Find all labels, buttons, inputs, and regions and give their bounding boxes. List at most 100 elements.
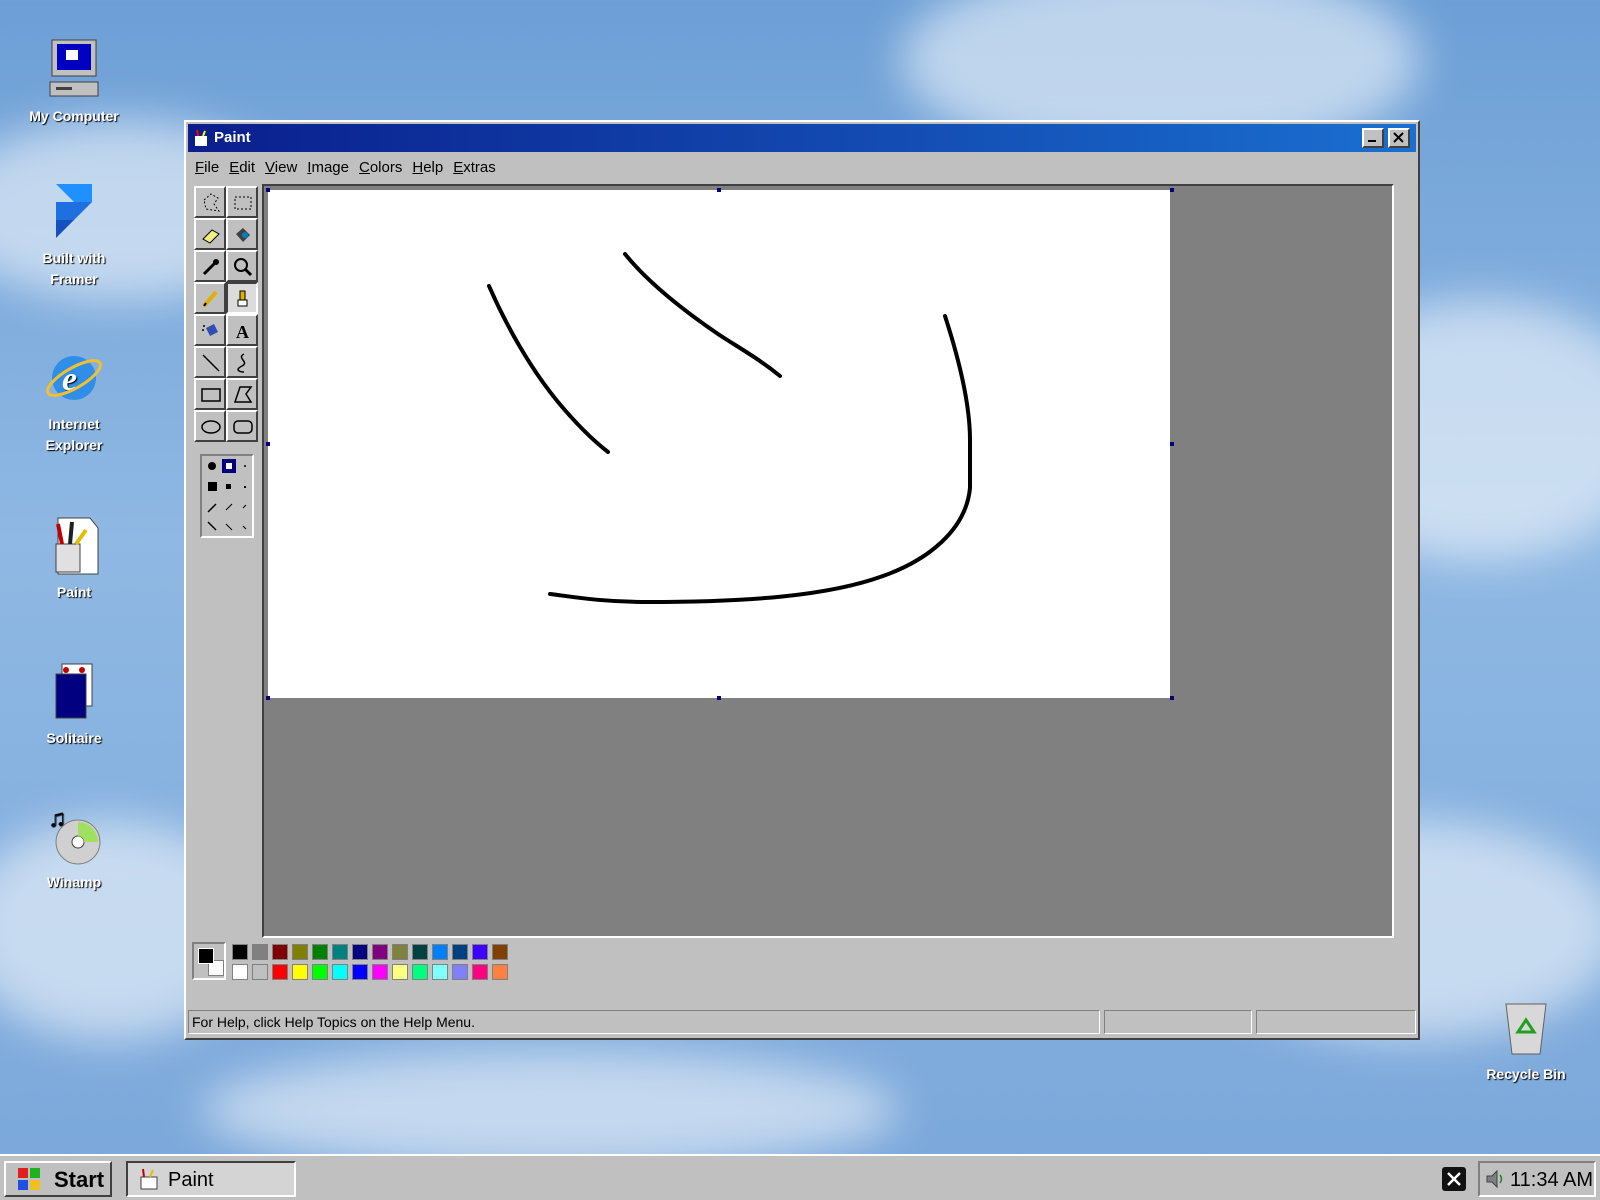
windows-logo-icon bbox=[18, 1168, 40, 1190]
magnifier-icon bbox=[234, 258, 253, 277]
palette-swatch[interactable] bbox=[372, 944, 388, 960]
resize-handle[interactable] bbox=[266, 696, 270, 700]
volume-icon[interactable] bbox=[1484, 1168, 1506, 1190]
desktop-icon-label: Built with Framer bbox=[42, 250, 106, 287]
foreground-color-swatch bbox=[198, 948, 214, 964]
my-computer-icon bbox=[42, 38, 106, 102]
resize-handle[interactable] bbox=[1170, 442, 1174, 446]
paint-bucket-icon bbox=[236, 228, 250, 242]
title-bar[interactable]: Paint bbox=[188, 124, 1416, 152]
desktop-icon-label: Paint bbox=[56, 584, 92, 600]
desktop-icon-internet-explorer[interactable]: e Internet Explorer bbox=[14, 346, 134, 456]
menu-extras[interactable]: Extras bbox=[448, 156, 501, 180]
status-text: For Help, click Help Topics on the Help … bbox=[188, 1010, 1100, 1034]
desktop-icon-paint[interactable]: Paint bbox=[14, 514, 134, 603]
palette-swatch[interactable] bbox=[392, 964, 408, 980]
menu-image[interactable]: Image bbox=[302, 156, 354, 180]
tool-rounded-rect[interactable] bbox=[226, 410, 258, 442]
palette-swatch[interactable] bbox=[292, 964, 308, 980]
close-icon bbox=[1447, 1172, 1461, 1186]
svg-text:A: A bbox=[236, 322, 249, 342]
palette-swatch[interactable] bbox=[352, 944, 368, 960]
airbrush-icon bbox=[202, 324, 218, 336]
palette-swatch[interactable] bbox=[412, 944, 428, 960]
toolbox: A bbox=[192, 184, 260, 938]
palette-swatch[interactable] bbox=[272, 944, 288, 960]
palette-swatch[interactable] bbox=[492, 944, 508, 960]
desktop-icon-winamp[interactable]: ♫ Winamp bbox=[14, 804, 134, 893]
current-colors[interactable] bbox=[192, 942, 226, 980]
eyedropper-icon bbox=[202, 259, 219, 276]
tool-line[interactable] bbox=[194, 346, 226, 378]
palette-swatch[interactable] bbox=[412, 964, 428, 980]
start-button[interactable]: Start bbox=[4, 1161, 112, 1197]
menu-help[interactable]: Help bbox=[407, 156, 448, 180]
resize-handle[interactable] bbox=[266, 442, 270, 446]
menu-colors[interactable]: Colors bbox=[354, 156, 407, 180]
palette-swatch[interactable] bbox=[452, 944, 468, 960]
rounded-rectangle-icon bbox=[233, 420, 253, 434]
palette-swatch[interactable] bbox=[312, 964, 328, 980]
rect-select-icon bbox=[234, 196, 252, 210]
palette-swatch[interactable] bbox=[252, 944, 268, 960]
tool-rectangle[interactable] bbox=[194, 378, 226, 410]
palette-swatch[interactable] bbox=[472, 944, 488, 960]
palette-swatch[interactable] bbox=[232, 964, 248, 980]
system-tray: 11:34 AM bbox=[1478, 1161, 1596, 1197]
palette-swatch[interactable] bbox=[312, 944, 328, 960]
palette-swatch[interactable] bbox=[232, 944, 248, 960]
palette-swatch[interactable] bbox=[352, 964, 368, 980]
resize-handle[interactable] bbox=[1170, 696, 1174, 700]
menu-file[interactable]: File bbox=[190, 156, 224, 180]
resize-handle[interactable] bbox=[717, 696, 721, 700]
tool-rect-select[interactable] bbox=[226, 186, 258, 218]
palette-swatch[interactable] bbox=[432, 944, 448, 960]
palette-swatch[interactable] bbox=[252, 964, 268, 980]
tool-curve[interactable] bbox=[226, 346, 258, 378]
desktop-icon-framer[interactable]: Built with Framer bbox=[14, 180, 134, 290]
resize-handle[interactable] bbox=[717, 188, 721, 192]
tool-ellipse[interactable] bbox=[194, 410, 226, 442]
palette-swatch[interactable] bbox=[472, 964, 488, 980]
palette-swatch[interactable] bbox=[432, 964, 448, 980]
framer-icon bbox=[42, 180, 106, 244]
free-select-icon bbox=[203, 193, 221, 212]
tool-brush[interactable] bbox=[226, 282, 258, 314]
palette-swatch[interactable] bbox=[452, 964, 468, 980]
desktop-icon-solitaire[interactable]: Solitaire bbox=[14, 660, 134, 749]
tool-color-picker[interactable] bbox=[194, 250, 226, 282]
drawing-canvas[interactable] bbox=[268, 190, 1170, 698]
rectangle-icon bbox=[201, 388, 221, 402]
minimize-icon bbox=[1368, 140, 1376, 142]
palette-swatch[interactable] bbox=[372, 964, 388, 980]
palette-swatch[interactable] bbox=[332, 944, 348, 960]
palette-swatch[interactable] bbox=[392, 944, 408, 960]
resize-handle[interactable] bbox=[1170, 188, 1174, 192]
tool-polygon[interactable] bbox=[226, 378, 258, 410]
tool-airbrush[interactable] bbox=[194, 314, 226, 346]
brush-options[interactable] bbox=[200, 454, 254, 538]
palette-swatch[interactable] bbox=[332, 964, 348, 980]
desktop-icon-recycle-bin[interactable]: Recycle Bin bbox=[1466, 996, 1586, 1085]
close-icon bbox=[1393, 132, 1404, 143]
tool-eraser[interactable] bbox=[194, 218, 226, 250]
tool-text[interactable]: A bbox=[226, 314, 258, 346]
tool-pencil[interactable] bbox=[194, 282, 226, 314]
tool-magnifier[interactable] bbox=[226, 250, 258, 282]
minimize-button[interactable] bbox=[1362, 128, 1384, 148]
tool-free-select[interactable] bbox=[194, 186, 226, 218]
palette-swatch[interactable] bbox=[292, 944, 308, 960]
palette-swatch[interactable] bbox=[272, 964, 288, 980]
menu-edit[interactable]: Edit bbox=[224, 156, 260, 180]
menu-view[interactable]: View bbox=[260, 156, 302, 180]
close-button[interactable] bbox=[1388, 128, 1410, 148]
resize-handle[interactable] bbox=[266, 188, 270, 192]
winamp-icon: ♫ bbox=[42, 804, 106, 868]
taskbar-button-paint[interactable]: Paint bbox=[126, 1161, 296, 1197]
palette-swatch[interactable] bbox=[492, 964, 508, 980]
tool-fill[interactable] bbox=[226, 218, 258, 250]
desktop-icon-my-computer[interactable]: My Computer bbox=[14, 38, 134, 127]
tray-x-icon[interactable] bbox=[1442, 1167, 1466, 1191]
start-label: Start bbox=[54, 1167, 105, 1192]
taskbar: Start Paint 11:34 AM bbox=[0, 1154, 1600, 1200]
